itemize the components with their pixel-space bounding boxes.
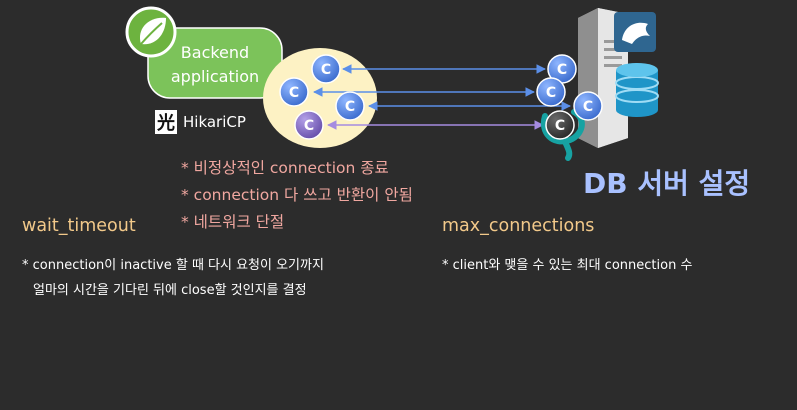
reason-abnormal-termination: * 비정상적인 connection 종료 [181,159,389,177]
max-connections-heading: max_connections [442,216,595,236]
database-cylinder-icon [615,63,659,117]
svg-text:C: C [546,85,556,101]
reason-network-disconnect: * 네트워크 단절 [181,213,285,231]
pool-connection-4: C [294,110,324,140]
wait-timeout-desc-line1: * connection이 inactive 할 때 다시 요청이 오기까지 [22,258,324,273]
max-connections-desc: * client와 맺을 수 있는 최대 connection 수 [442,258,693,273]
db-connection-3: C [573,91,603,121]
svg-text:C: C [555,118,565,134]
svg-text:C: C [345,99,355,115]
pool-connection-3: C [335,91,365,121]
hikaricp-label: HikariCP [183,113,246,131]
svg-text:光: 光 [156,112,175,134]
hikari-logo-icon: 光 [155,110,177,134]
db-connection-2: C [536,77,566,107]
db-connection-4-inactive: C [545,110,575,140]
svg-text:C: C [583,99,593,115]
spring-leaf-icon [125,6,177,58]
wait-timeout-heading: wait_timeout [22,216,136,236]
backend-label-line1: Backend [181,43,249,62]
svg-text:C: C [289,85,299,101]
db-server-settings-title: DB 서버 설정 [583,167,751,200]
pool-connection-1: C [311,54,341,84]
svg-text:C: C [557,62,567,78]
architecture-diagram: Backend application 光 C C C C C C C C [125,6,659,161]
pool-connection-2: C [279,77,309,107]
wait-timeout-desc-line2: 얼마의 시간을 기다린 뒤에 close할 것인지를 결정 [33,283,307,298]
backend-label-line2: application [171,67,259,86]
svg-text:C: C [304,118,314,134]
reason-not-returned: * connection 다 쓰고 반환이 안됨 [181,186,413,204]
mysql-dolphin-icon [614,12,656,52]
svg-text:C: C [321,62,331,78]
